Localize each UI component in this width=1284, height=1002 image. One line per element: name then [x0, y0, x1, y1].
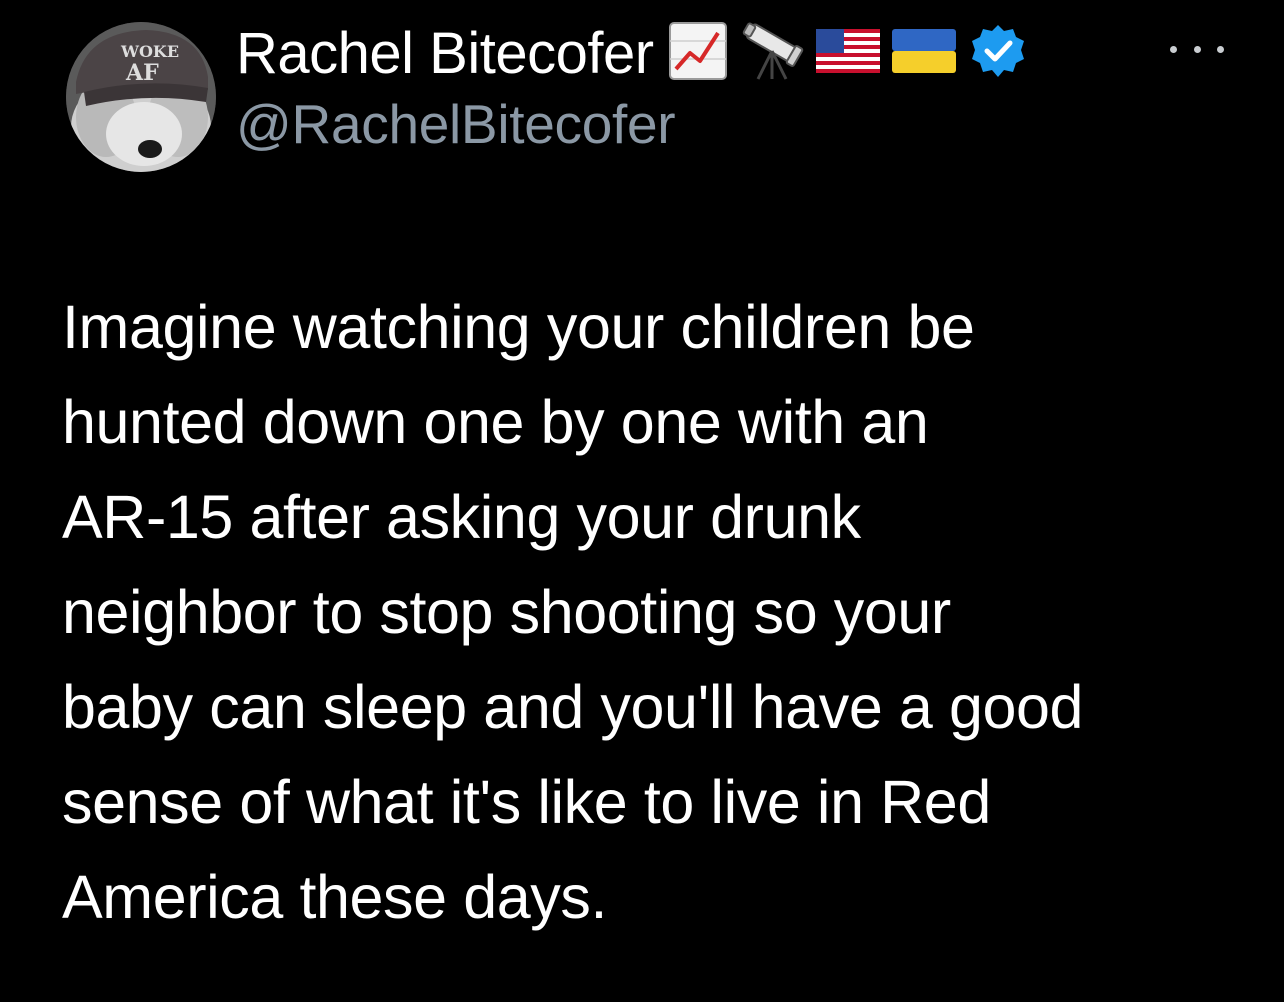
tweet-text-line: neighbor to stop shooting so your	[62, 578, 951, 646]
tweet-text-line: AR-15 after asking your drunk	[62, 483, 861, 551]
more-dot-icon	[1170, 45, 1177, 53]
more-dot-icon	[1193, 45, 1201, 53]
tweet-text-line: hunted down one by one with an	[62, 388, 929, 456]
display-name[interactable]: Rachel Bitecofer	[236, 20, 654, 87]
more-options-button[interactable]	[1170, 34, 1224, 64]
tweet-text-line: baby can sleep and you'll have a good	[62, 673, 1084, 741]
avatar-hat-text-bottom: AF	[125, 60, 159, 86]
author-block: Rachel Bitecofer @RachelBitecofer	[236, 18, 1026, 156]
tweet-text-line: America these days.	[62, 863, 608, 931]
name-row: Rachel Bitecofer	[236, 18, 1026, 88]
telescope-icon	[738, 21, 806, 86]
tweet-text: Imagine watching your children be hunted…	[62, 280, 1242, 945]
tweet-text-line: Imagine watching your children be	[62, 293, 975, 361]
tweet-card: WOKE AF Rachel Bitecofer @RachelBitecofe…	[0, 0, 1284, 1002]
avatar-image: WOKE AF	[66, 22, 216, 172]
us-flag-icon	[815, 28, 880, 78]
handle[interactable]: @RachelBitecofer	[236, 92, 1026, 156]
verified-badge-icon	[970, 23, 1026, 84]
tweet-text-line: sense of what it's like to live in Red	[62, 768, 991, 836]
chart-increasing-icon	[668, 21, 728, 86]
avatar-hat-text-top: WOKE	[120, 42, 179, 61]
more-dot-icon	[1217, 45, 1224, 53]
avatar[interactable]: WOKE AF	[66, 22, 216, 172]
ukraine-flag-icon	[891, 28, 956, 78]
